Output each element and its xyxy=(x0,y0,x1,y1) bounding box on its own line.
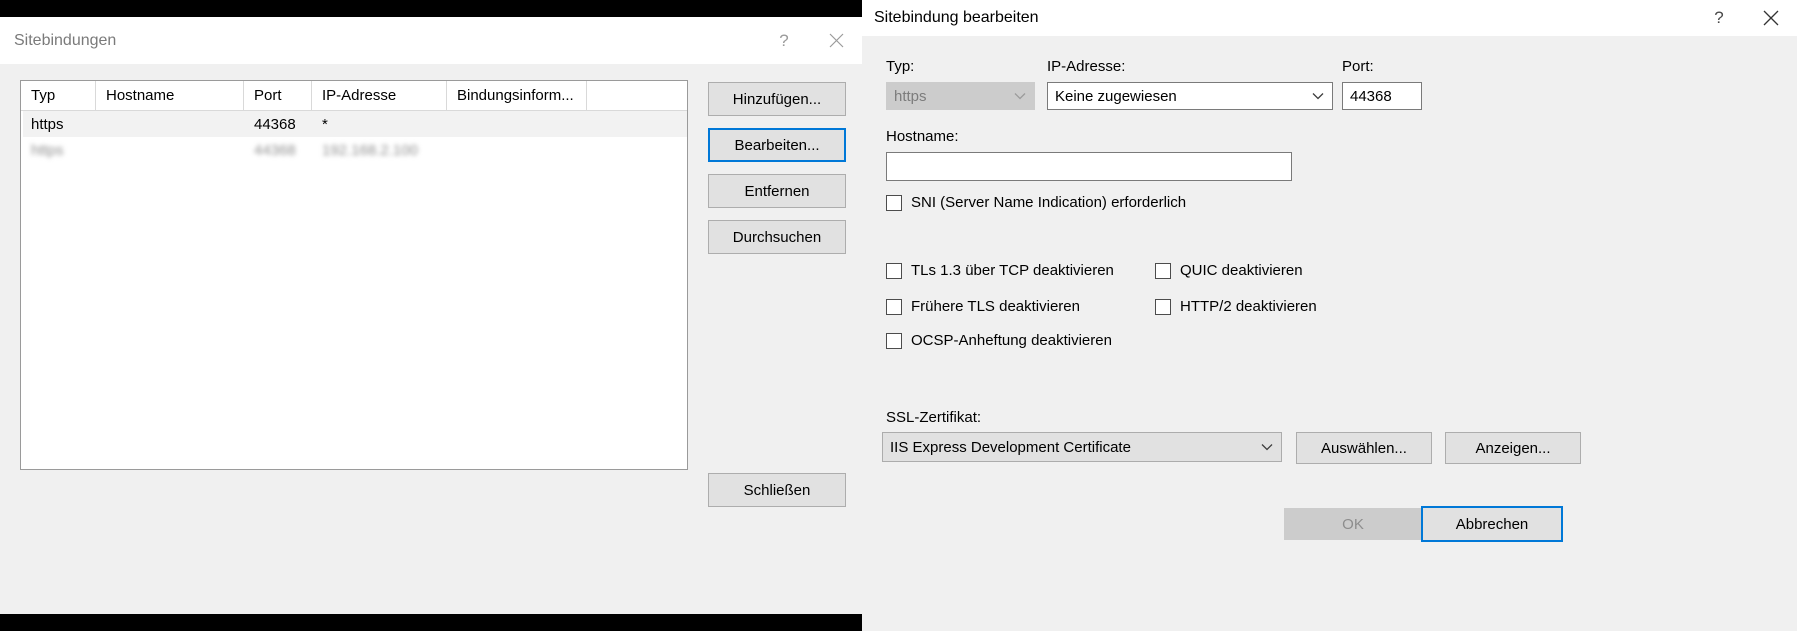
ssl-certificate-combo[interactable]: IIS Express Development Certificate xyxy=(882,432,1282,462)
port-label: Port: xyxy=(1342,58,1374,75)
question-mark-icon[interactable]: ? xyxy=(758,17,810,64)
chevron-down-icon[interactable] xyxy=(1253,443,1281,451)
browse-button[interactable]: Durchsuchen xyxy=(708,220,846,254)
close-icon[interactable] xyxy=(1745,0,1797,36)
ssl-certificate-value: IIS Express Development Certificate xyxy=(883,439,1253,456)
remove-button[interactable]: Entfernen xyxy=(708,174,846,208)
disable-http2-checkbox[interactable]: HTTP/2 deaktivieren xyxy=(1155,298,1317,315)
type-label: Typ: xyxy=(886,58,914,75)
ok-button[interactable]: OK xyxy=(1284,508,1422,540)
site-bindings-titlebar: Sitebindungen ? xyxy=(0,17,862,64)
cell-typ: https xyxy=(21,111,96,137)
edit-button[interactable]: Bearbeiten... xyxy=(708,128,846,162)
cell-port: 44368 xyxy=(244,137,312,163)
question-mark-icon[interactable]: ? xyxy=(1693,0,1745,36)
view-certificate-button[interactable]: Anzeigen... xyxy=(1445,432,1581,464)
bindings-table-header: Typ Hostname Port IP-Adresse Bindungsinf… xyxy=(21,81,687,111)
port-input-value: 44368 xyxy=(1350,88,1392,105)
site-bindings-title: Sitebindungen xyxy=(0,32,758,50)
cell-port: 44368 xyxy=(244,111,312,137)
ssl-certificate-label: SSL-Zertifikat: xyxy=(886,409,981,426)
row-selection-bar xyxy=(21,111,23,137)
cell-ip-adresse: 192.168.2.100 xyxy=(312,137,447,163)
sni-checkbox[interactable]: SNI (Server Name Indication) erforderlic… xyxy=(886,194,1186,211)
column-header-bindungsinform[interactable]: Bindungsinform... xyxy=(447,81,587,110)
checkbox-box[interactable] xyxy=(886,195,902,211)
checkbox-box[interactable] xyxy=(886,263,902,279)
column-header-hostname[interactable]: Hostname xyxy=(96,81,244,110)
ip-address-combo[interactable]: Keine zugewiesen xyxy=(1047,82,1333,110)
column-header-spacer xyxy=(587,81,687,110)
chevron-down-icon xyxy=(1006,92,1034,100)
ip-address-label: IP-Adresse: xyxy=(1047,58,1125,75)
cell-bindungsinform xyxy=(447,111,587,137)
cell-ip-adresse: * xyxy=(312,111,447,137)
port-input[interactable]: 44368 xyxy=(1342,82,1422,110)
cell-typ: https xyxy=(21,137,96,163)
checkbox-box[interactable] xyxy=(886,333,902,349)
cancel-button[interactable]: Abbrechen xyxy=(1421,506,1563,542)
checkbox-box[interactable] xyxy=(886,299,902,315)
site-bindings-dialog: Sitebindungen ? Typ Hostname Port IP-Adr… xyxy=(0,17,862,614)
disable-legacy-tls-label: Frühere TLS deaktivieren xyxy=(911,298,1080,315)
checkbox-box[interactable] xyxy=(1155,263,1171,279)
disable-tls13-tcp-checkbox[interactable]: TLs 1.3 über TCP deaktivieren xyxy=(886,262,1114,279)
type-combo: https xyxy=(886,82,1035,110)
chevron-down-icon[interactable] xyxy=(1304,92,1332,100)
edit-binding-dialog: Sitebindung bearbeiten ? Typ: IP-Adresse… xyxy=(862,0,1797,631)
disable-ocsp-stapling-label: OCSP-Anheftung deaktivieren xyxy=(911,332,1112,349)
table-row[interactable]: https 44368 * xyxy=(21,111,687,137)
ip-address-combo-value: Keine zugewiesen xyxy=(1048,88,1304,105)
select-certificate-button[interactable]: Auswählen... xyxy=(1296,432,1432,464)
sni-checkbox-label: SNI (Server Name Indication) erforderlic… xyxy=(911,194,1186,211)
disable-http2-label: HTTP/2 deaktivieren xyxy=(1180,298,1317,315)
cell-hostname xyxy=(96,137,244,163)
add-button[interactable]: Hinzufügen... xyxy=(708,82,846,116)
table-row[interactable]: https 44368 192.168.2.100 xyxy=(21,137,687,163)
checkbox-box[interactable] xyxy=(1155,299,1171,315)
hostname-label: Hostname: xyxy=(886,128,959,145)
bindings-listview[interactable]: Typ Hostname Port IP-Adresse Bindungsinf… xyxy=(20,80,688,470)
type-combo-value: https xyxy=(887,88,1006,105)
column-header-port[interactable]: Port xyxy=(244,81,312,110)
disable-legacy-tls-checkbox[interactable]: Frühere TLS deaktivieren xyxy=(886,298,1080,315)
edit-binding-titlebar: Sitebindung bearbeiten ? xyxy=(862,0,1797,36)
close-button[interactable]: Schließen xyxy=(708,473,846,507)
hostname-input[interactable] xyxy=(886,152,1292,181)
cell-hostname xyxy=(96,111,244,137)
cell-bindungsinform xyxy=(447,137,587,163)
disable-quic-checkbox[interactable]: QUIC deaktivieren xyxy=(1155,262,1303,279)
disable-tls13-tcp-label: TLs 1.3 über TCP deaktivieren xyxy=(911,262,1114,279)
disable-ocsp-stapling-checkbox[interactable]: OCSP-Anheftung deaktivieren xyxy=(886,332,1112,349)
column-header-ip-adresse[interactable]: IP-Adresse xyxy=(312,81,447,110)
column-header-typ[interactable]: Typ xyxy=(21,81,96,110)
disable-quic-label: QUIC deaktivieren xyxy=(1180,262,1303,279)
edit-binding-title: Sitebindung bearbeiten xyxy=(862,9,1693,27)
close-icon[interactable] xyxy=(810,17,862,64)
